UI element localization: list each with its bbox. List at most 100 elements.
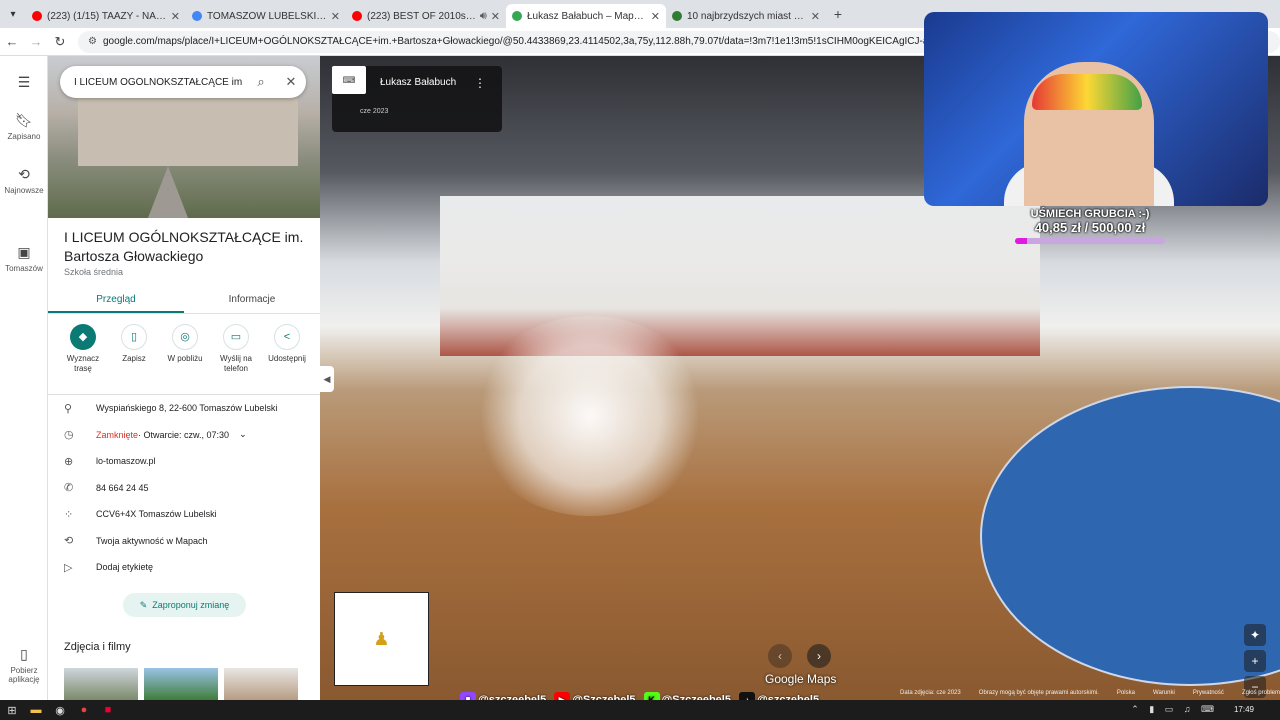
next-photo-button[interactable]: › bbox=[807, 644, 831, 668]
walkway-image bbox=[148, 166, 188, 218]
donation-amount: 40,85 zł / 500,00 zł bbox=[1034, 220, 1146, 235]
footer-copyright: Obrazy mogą być objęte prawami autorskim… bbox=[978, 690, 1099, 696]
viewer-footer: Data zdjęcia: cze 2023 Obrazy mogą być o… bbox=[900, 690, 1280, 700]
history-icon: ⟲ bbox=[18, 166, 30, 182]
send-to-phone-icon: ▭ bbox=[223, 324, 249, 350]
new-tab-button[interactable]: + bbox=[826, 6, 850, 22]
collapse-panel-button[interactable]: ◀ bbox=[320, 366, 334, 392]
browser-tab[interactable]: (223) (1/15) TAAZY - NAJLEPSZE ✕ bbox=[26, 4, 186, 28]
taskbar-clock[interactable]: 17:49 bbox=[1234, 705, 1254, 714]
browser-tab[interactable]: Łukasz Bałabuch – Mapy Google ✕ bbox=[506, 4, 666, 28]
file-explorer-icon[interactable]: ▬ bbox=[24, 704, 48, 716]
directions-icon: ◆ bbox=[70, 324, 96, 350]
tab-favicon-icon bbox=[32, 11, 42, 21]
footer-privacy[interactable]: Prywatność bbox=[1193, 690, 1224, 700]
photo-thumbnail[interactable] bbox=[144, 668, 218, 700]
system-tray-icons[interactable]: ⌃ ▮ ▭ ♫ ⌨ bbox=[1131, 704, 1218, 715]
phone-text: 84 664 24 45 bbox=[96, 482, 149, 493]
tab-close-icon[interactable]: ✕ bbox=[491, 10, 500, 23]
save-button[interactable]: ▯ Zapisz bbox=[111, 324, 157, 374]
address-row[interactable]: ⚲ Wyspiańskiego 8, 22-600 Tomaszów Lubels… bbox=[48, 395, 320, 422]
tab-close-icon[interactable]: ✕ bbox=[331, 10, 340, 23]
tab-close-icon[interactable]: ✕ bbox=[811, 10, 820, 23]
phone-icon: ▯ bbox=[20, 646, 28, 662]
start-icon[interactable]: ⊞ bbox=[0, 704, 24, 717]
tab-close-icon[interactable]: ✕ bbox=[171, 10, 180, 23]
compass-icon[interactable]: ✦ bbox=[1244, 624, 1266, 646]
browser-tab[interactable]: 10 najbrzydszych miast w Polsce ✕ bbox=[666, 4, 826, 28]
rail-saved[interactable]: 🔖︎ Zapisano bbox=[0, 112, 48, 141]
menu-button[interactable]: ☰ bbox=[0, 74, 48, 94]
share-label: Udostępnij bbox=[268, 354, 306, 363]
photos-heading: Zdjęcia i filmy bbox=[64, 641, 131, 653]
minimap[interactable]: ♟ bbox=[334, 592, 429, 686]
nearby-button[interactable]: ◎ W pobliżu bbox=[162, 324, 208, 374]
obs-icon[interactable]: ◉ bbox=[48, 704, 72, 717]
footer-country[interactable]: Polska bbox=[1117, 690, 1135, 700]
browser-tab[interactable]: TOMASZÓW LUBELSKI MAPY GOOGLE ✕ bbox=[186, 4, 346, 28]
footer-terms[interactable]: Warunki bbox=[1153, 690, 1175, 700]
directions-button[interactable]: ◆ Wyznacz trasę bbox=[60, 324, 106, 374]
site-info-icon[interactable]: ⚙ bbox=[88, 36, 97, 47]
bookmark-icon: ▯ bbox=[121, 324, 147, 350]
photo-thumbnail[interactable] bbox=[224, 668, 298, 700]
tab-overview[interactable]: Przegląd bbox=[48, 286, 184, 313]
reload-button[interactable]: ↻ bbox=[48, 34, 72, 50]
close-icon[interactable]: ✕ bbox=[276, 74, 306, 90]
share-button[interactable]: < Udostępnij bbox=[264, 324, 310, 374]
tab-title: TOMASZÓW LUBELSKI MAPY GOOGLE bbox=[207, 10, 327, 22]
tab-title: 10 najbrzydszych miast w Polsce bbox=[687, 10, 807, 22]
recent-place-icon: ▣ bbox=[17, 244, 31, 260]
suggest-edit-button[interactable]: ✎ Zaproponuj zmianę bbox=[123, 593, 246, 617]
light-glare bbox=[470, 316, 710, 516]
bookmark-icon: 🔖︎ bbox=[15, 112, 33, 128]
tab-favicon-icon bbox=[352, 11, 362, 21]
add-label-row[interactable]: ▷ Dodaj etykietę bbox=[48, 554, 320, 581]
rail-get-app[interactable]: ▯ Pobierz aplikację bbox=[0, 646, 48, 684]
keyboard-icon[interactable]: ⌨ bbox=[332, 66, 366, 94]
tab-favicon-icon bbox=[512, 11, 522, 21]
more-options-icon[interactable]: ⋮ bbox=[474, 76, 486, 90]
search-box[interactable]: I LICEUM OGÓLNOKSZTAŁCĄCE im ⌕ ✕ bbox=[60, 66, 306, 98]
browser-tab[interactable]: (223) BEST OF 2010s - MIX 🔊︎ ✕ bbox=[346, 4, 506, 28]
tab-close-icon[interactable]: ✕ bbox=[651, 10, 660, 23]
share-icon: < bbox=[274, 324, 300, 350]
app-icon[interactable]: ■ bbox=[96, 704, 120, 716]
website-row[interactable]: ⊕ lo-tomaszow.pl bbox=[48, 448, 320, 475]
previous-photo-button[interactable]: ‹ bbox=[768, 644, 792, 668]
tab-about[interactable]: Informacje bbox=[184, 286, 320, 313]
author-name[interactable]: Łukasz Bałabuch bbox=[380, 77, 456, 88]
chevron-down-icon[interactable]: ⌄ bbox=[239, 429, 247, 440]
send-to-phone-button[interactable]: ▭ Wyślij na telefon bbox=[213, 324, 259, 374]
tab-title: Łukasz Bałabuch – Mapy Google bbox=[527, 10, 647, 22]
webcam-cap bbox=[1032, 74, 1142, 110]
menu-icon: ☰ bbox=[17, 74, 31, 90]
search-input[interactable]: I LICEUM OGÓLNOKSZTAŁCĄCE im bbox=[74, 77, 246, 88]
tab-search-button[interactable]: ▾ bbox=[0, 0, 26, 28]
place-title: I LICEUM OGÓLNOKSZTAŁCĄCE im. Bartosza G… bbox=[64, 229, 304, 264]
chrome-icon[interactable]: ● bbox=[72, 704, 96, 716]
save-label: Zapisz bbox=[122, 354, 146, 363]
donation-progress-fill bbox=[1015, 238, 1028, 244]
hours-row[interactable]: ◷ Zamknięte · Otwarcie: czw., 07:30 ⌄ bbox=[48, 422, 320, 449]
search-icon[interactable]: ⌕ bbox=[246, 74, 276, 90]
photo-date[interactable]: cze 2023 bbox=[360, 108, 388, 115]
rail-recent-label: Najnowsze bbox=[4, 186, 44, 195]
audio-icon[interactable]: 🔊︎ bbox=[480, 10, 487, 23]
plus-code-row[interactable]: ⁘ CCV6+4X Tomaszów Lubelski bbox=[48, 501, 320, 528]
forward-button[interactable]: → bbox=[24, 34, 48, 49]
back-button[interactable]: ← bbox=[0, 34, 24, 49]
activity-row[interactable]: ⟲ Twoja aktywność w Mapach bbox=[48, 528, 320, 555]
rail-recent-place[interactable]: ▣ Tomaszów bbox=[0, 244, 48, 273]
google-maps-logo: Google Maps bbox=[765, 672, 837, 686]
footer-report[interactable]: Zgłoś problem bbox=[1242, 690, 1280, 700]
photo-thumbnail[interactable] bbox=[64, 668, 138, 700]
phone-row[interactable]: ✆ 84 664 24 45 bbox=[48, 475, 320, 502]
nearby-icon: ◎ bbox=[172, 324, 198, 350]
place-hero-photo[interactable]: I LICEUM OGÓLNOKSZTAŁCĄCE im ⌕ ✕ bbox=[48, 56, 320, 218]
tab-favicon-icon bbox=[192, 11, 202, 21]
globe-icon: ⊕ bbox=[64, 455, 74, 468]
rail-recent[interactable]: ⟲ Najnowsze bbox=[0, 166, 48, 195]
clock-icon: ◷ bbox=[64, 429, 74, 442]
zoom-in-button[interactable]: + bbox=[1244, 650, 1266, 672]
